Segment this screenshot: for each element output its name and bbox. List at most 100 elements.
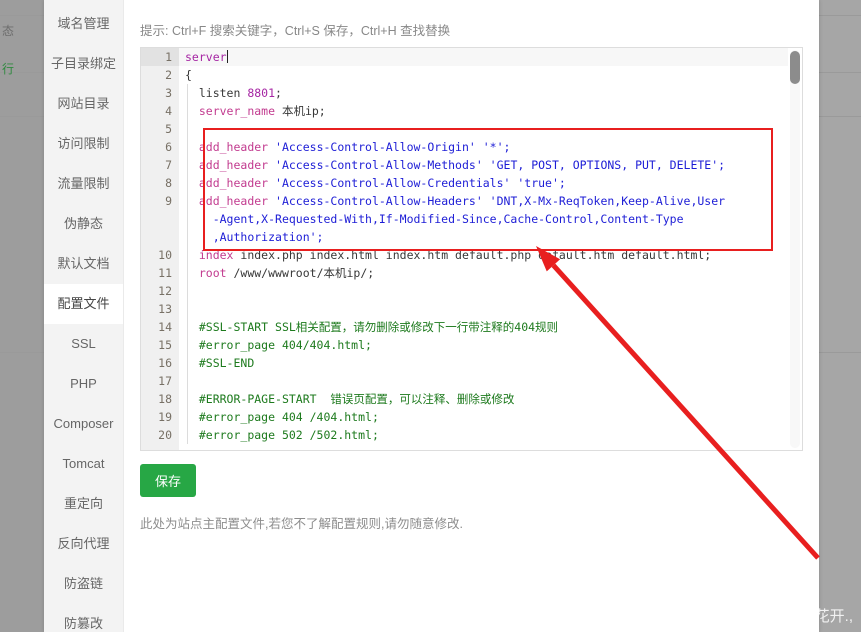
indent-guide [187,390,188,408]
code-token: -Agent,X-Requested-With,If-Modified-Sinc… [212,212,684,226]
code-token: root [198,266,234,280]
code-line: server [179,48,788,66]
indent-guide [187,192,188,210]
indent-guide [187,408,188,426]
line-number: 3 [165,86,172,100]
indent-guide [187,336,188,354]
code-token: #SSL-START SSL相关配置，请勿删除或修改下一行带注释的404规则 [198,320,559,334]
code-token: 'Access-Control-Allow-Headers' 'DNT,X-Mx… [275,194,726,208]
editor-shortcut-tip: 提示: Ctrl+F 搜索关键字，Ctrl+S 保存，Ctrl+H 查找替换 [140,24,451,38]
line-number: 2 [165,68,172,82]
code-line: add_header 'Access-Control-Allow-Credent… [179,174,788,192]
code-line: #error_page 404/404.html; [179,336,788,354]
sidebar-item-13[interactable]: 反向代理 [44,524,123,564]
code-token: add_header [198,140,276,154]
sidebar-item-11[interactable]: Tomcat [44,444,123,484]
line-number: 15 [158,338,172,352]
code-line: #SSL-START SSL相关配置，请勿删除或修改下一行带注释的404规则 [179,318,788,336]
code-token: #error_page 502 /502.html; [198,428,379,442]
code-line: #error_page 502 /502.html; [179,426,788,444]
line-number: 7 [165,158,172,172]
code-token: #ERROR-PAGE-START 错误页配置，可以注释、删除或修改 [198,392,515,406]
sidebar-item-12[interactable]: 重定向 [44,484,123,524]
config-code-editor[interactable]: 1 2 3 4 5 6 7 8 9 10 11 12 13 14 15 16 17 18 19 20 server{ … [140,47,803,451]
code-token: 本机ip; [281,104,326,118]
line-number: 9 [165,194,172,208]
code-token: 'Access-Control-Allow-Origin' '*'; [275,140,511,154]
sidebar-item-2[interactable]: 网站目录 [44,84,123,124]
editor-line-number-gutter: 1 2 3 4 5 6 7 8 9 10 11 12 13 14 15 16 17 18 19 20 [141,48,179,450]
code-line: add_header 'Access-Control-Allow-Origin'… [179,138,788,156]
sidebar-item-15[interactable]: 防篡改 [44,604,123,632]
indent-guide [187,300,188,318]
line-number: 13 [158,302,172,316]
config-footnote: 此处为站点主配置文件,若您不了解配置规则,请勿随意修改. [140,517,463,531]
code-line: root /www/wwwroot/本机ip/; [179,264,788,282]
sidebar-item-8[interactable]: SSL [44,324,123,364]
code-token: listen [198,86,248,100]
line-number: 12 [158,284,172,298]
indent-guide [187,228,188,246]
code-token: 8801 [247,86,276,100]
sidebar-item-1[interactable]: 子目录绑定 [44,44,123,84]
code-token: #error_page 404 /404.html; [198,410,379,424]
editor-code-area[interactable]: server { listen 8801; server_name 本机ip; a… [179,48,788,450]
editor-scrollbar-track[interactable] [790,50,800,448]
save-button[interactable]: 保存 [140,464,197,497]
code-line: #ERROR-PAGE-START 错误页配置，可以注释、删除或修改 [179,390,788,408]
code-token: server [185,50,227,64]
code-line [179,120,788,138]
backdrop-text-fragment: 行 [2,62,15,76]
code-token: index.php index.html index.htm default.p… [240,248,712,262]
code-token: /www/wwwroot/本机ip/; [233,266,375,280]
code-token: add_header [198,194,276,208]
sidebar-item-0[interactable]: 域名管理 [44,4,123,44]
screenshot-root: 态行 域名管理 子目录绑定 网站目录 访问限制 流量限制 伪静态 默认文档 配置文件 SSL PH… [0,0,861,632]
line-number: 11 [158,266,172,280]
text-caret [226,50,228,63]
line-number: 1 [141,48,179,66]
sidebar-item-14[interactable]: 防盗链 [44,564,123,604]
code-token: 'GET, POST, OPTIONS, PUT, DELETE'; [489,158,726,172]
code-line: #error_page 404 /404.html; [179,408,788,426]
code-line: -Agent,X-Requested-With,If-Modified-Sinc… [179,210,788,228]
code-line: add_header 'Access-Control-Allow-Methods… [179,156,788,174]
code-line: server_name 本机ip; [179,102,788,120]
code-line: add_header 'Access-Control-Allow-Headers… [179,192,788,210]
code-line: listen 8801; [179,84,788,102]
line-number: 5 [165,122,172,136]
indent-guide [187,282,188,300]
csdn-watermark: CSDN @春暖花开., [722,608,853,625]
line-number: 8 [165,176,172,190]
sidebar-item-4[interactable]: 流量限制 [44,164,123,204]
line-number: 19 [158,410,172,424]
line-number: 16 [158,356,172,370]
line-number: 17 [158,374,172,388]
indent-guide [187,120,188,138]
sidebar-item-7[interactable]: 配置文件 [44,284,123,324]
editor-scrollbar-thumb[interactable] [790,51,800,84]
code-line: { [179,66,788,84]
indent-guide [187,264,188,282]
indent-guide [187,174,188,192]
settings-content: 提示: Ctrl+F 搜索关键字，Ctrl+S 保存，Ctrl+H 查找替换 1… [124,0,819,632]
sidebar-item-10[interactable]: Composer [44,404,123,444]
line-number: 4 [165,104,172,118]
backdrop-text-fragment: 态 [2,24,15,38]
sidebar-item-9[interactable]: PHP [44,364,123,404]
code-token: #error_page 404/404.html; [198,338,372,352]
backdrop-left-strip [0,0,44,632]
code-line: #SSL-END [179,354,788,372]
line-number [141,228,179,246]
line-number: 10 [158,248,172,262]
code-token: add_header [198,176,276,190]
indent-guide [187,354,188,372]
sidebar-item-5[interactable]: 伪静态 [44,204,123,244]
settings-sidebar: 域名管理 子目录绑定 网站目录 访问限制 流量限制 伪静态 默认文档 配置文件 SSL PHP Co… [44,0,124,632]
indent-guide [187,84,188,102]
sidebar-item-3[interactable]: 访问限制 [44,124,123,164]
code-token: #SSL-END [198,356,255,370]
code-line [179,372,788,390]
sidebar-item-6[interactable]: 默认文档 [44,244,123,284]
indent-guide [187,156,188,174]
